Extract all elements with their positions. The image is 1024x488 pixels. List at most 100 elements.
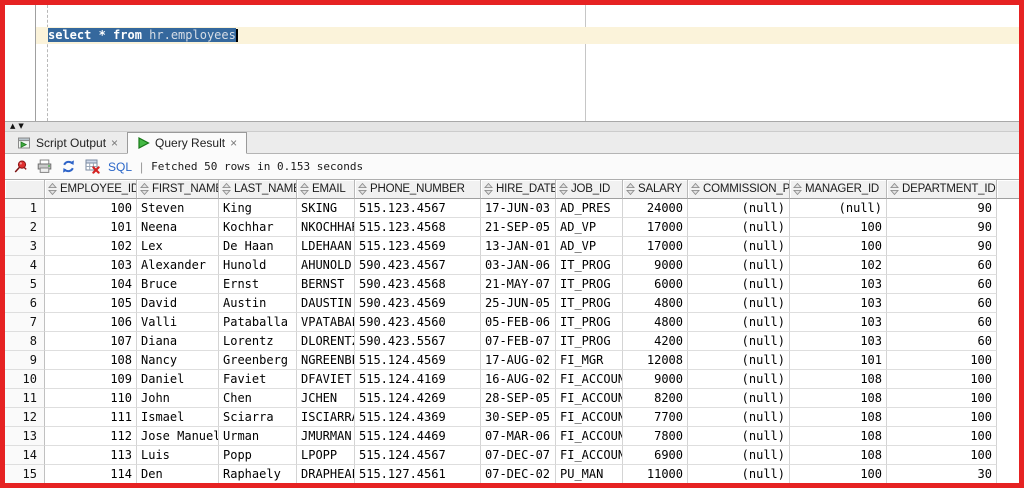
grid-cell[interactable]: 515.124.4567 (355, 446, 481, 465)
refresh-icon[interactable] (60, 159, 76, 174)
grid-cell[interactable]: Bruce (137, 275, 219, 294)
grid-cell[interactable]: King (219, 199, 297, 218)
grid-cell[interactable]: 7800 (623, 427, 688, 446)
grid-cell[interactable]: (null) (688, 218, 790, 237)
grid-cell[interactable]: 109 (45, 370, 137, 389)
grid-cell[interactable]: 515.124.4269 (355, 389, 481, 408)
grid-cell[interactable]: 60 (887, 256, 997, 275)
grid-cell[interactable]: (null) (688, 389, 790, 408)
pane-splitter[interactable]: ▲ ▼ (5, 122, 1019, 132)
grid-cell[interactable]: 108 (790, 446, 887, 465)
grid-cell[interactable]: Pataballa (219, 313, 297, 332)
grid-cell[interactable]: VPATABAL (297, 313, 355, 332)
grid-cell[interactable]: 112 (45, 427, 137, 446)
grid-cell[interactable]: 590.423.4560 (355, 313, 481, 332)
grid-cell[interactable]: 4800 (623, 313, 688, 332)
sql-button[interactable]: SQL (108, 160, 132, 174)
grid-cell[interactable]: 103 (790, 332, 887, 351)
grid-cell[interactable]: 17000 (623, 237, 688, 256)
grid-cell[interactable]: 90 (887, 199, 997, 218)
grid-cell[interactable]: 108 (790, 427, 887, 446)
grid-cell[interactable]: (null) (688, 370, 790, 389)
row-number-cell[interactable]: 13 (5, 427, 45, 446)
pin-icon[interactable] (12, 159, 28, 174)
print-icon[interactable] (36, 159, 52, 174)
grid-cell[interactable]: 113 (45, 446, 137, 465)
grid-cell[interactable]: 515.127.4561 (355, 465, 481, 483)
grid-cell[interactable]: 104 (45, 275, 137, 294)
grid-cell[interactable]: 07-MAR-06 (481, 427, 556, 446)
tab-script-output[interactable]: Script Output × (8, 132, 127, 153)
grid-cell[interactable]: 108 (45, 351, 137, 370)
grid-cell[interactable]: 108 (790, 408, 887, 427)
grid-cell[interactable]: DLORENTZ (297, 332, 355, 351)
grid-cell[interactable]: 11000 (623, 465, 688, 483)
grid-cell[interactable]: Steven (137, 199, 219, 218)
column-header-employee_id[interactable]: EMPLOYEE_ID (45, 180, 137, 199)
grid-cell[interactable]: 8200 (623, 389, 688, 408)
row-number-cell[interactable]: 14 (5, 446, 45, 465)
column-header-last_name[interactable]: LAST_NAME (219, 180, 297, 199)
grid-cell[interactable]: BERNST (297, 275, 355, 294)
column-header-department_id[interactable]: DEPARTMENT_ID (887, 180, 997, 199)
grid-cell[interactable]: (null) (688, 465, 790, 483)
grid-cell[interactable]: AD_VP (556, 237, 623, 256)
grid-cell[interactable]: 100 (887, 446, 997, 465)
grid-cell[interactable]: 60 (887, 294, 997, 313)
grid-cell[interactable]: 102 (790, 256, 887, 275)
grid-cell[interactable]: 100 (790, 218, 887, 237)
grid-cell[interactable]: Hunold (219, 256, 297, 275)
grid-cell[interactable]: 21-MAY-07 (481, 275, 556, 294)
row-number-cell[interactable]: 7 (5, 313, 45, 332)
grid-cell[interactable]: (null) (688, 275, 790, 294)
grid-cell[interactable]: Luis (137, 446, 219, 465)
row-number-cell[interactable]: 12 (5, 408, 45, 427)
grid-cell[interactable]: Diana (137, 332, 219, 351)
grid-cell[interactable]: JMURMAN (297, 427, 355, 446)
grid-cell[interactable]: 100 (887, 427, 997, 446)
grid-cell[interactable]: IT_PROG (556, 294, 623, 313)
sql-statement[interactable]: select * from hr.employees (48, 27, 238, 44)
grid-cell[interactable]: Urman (219, 427, 297, 446)
row-number-cell[interactable]: 11 (5, 389, 45, 408)
grid-cell[interactable]: (null) (688, 332, 790, 351)
grid-cell[interactable]: 515.124.4569 (355, 351, 481, 370)
grid-cell[interactable]: Popp (219, 446, 297, 465)
grid-cell[interactable]: 590.423.4567 (355, 256, 481, 275)
grid-cell[interactable]: (null) (688, 294, 790, 313)
grid-cell[interactable]: Chen (219, 389, 297, 408)
grid-cell[interactable]: 12008 (623, 351, 688, 370)
column-header-first_name[interactable]: FIRST_NAME (137, 180, 219, 199)
row-number-cell[interactable]: 8 (5, 332, 45, 351)
grid-cell[interactable]: (null) (790, 199, 887, 218)
grid-cell[interactable]: (null) (688, 313, 790, 332)
column-header-commission_pct[interactable]: COMMISSION_PCT (688, 180, 790, 199)
grid-cell[interactable]: Jose Manuel (137, 427, 219, 446)
grid-cell[interactable]: 100 (887, 408, 997, 427)
grid-cell[interactable]: 106 (45, 313, 137, 332)
grid-cell[interactable]: 100 (887, 351, 997, 370)
grid-cell[interactable]: 101 (790, 351, 887, 370)
grid-cell[interactable]: 107 (45, 332, 137, 351)
grid-cell[interactable]: 105 (45, 294, 137, 313)
grid-cell[interactable]: Nancy (137, 351, 219, 370)
grid-cell[interactable]: Kochhar (219, 218, 297, 237)
grid-cell[interactable]: AD_VP (556, 218, 623, 237)
grid-cell[interactable]: 90 (887, 218, 997, 237)
grid-cell[interactable]: 6000 (623, 275, 688, 294)
row-number-cell[interactable]: 5 (5, 275, 45, 294)
grid-cell[interactable]: De Haan (219, 237, 297, 256)
column-header-manager_id[interactable]: MANAGER_ID (790, 180, 887, 199)
grid-cell[interactable]: (null) (688, 427, 790, 446)
row-number-cell[interactable]: 9 (5, 351, 45, 370)
grid-cell[interactable]: Neena (137, 218, 219, 237)
grid-cell[interactable]: 103 (790, 313, 887, 332)
grid-cell[interactable]: 9000 (623, 256, 688, 275)
grid-cell[interactable]: 110 (45, 389, 137, 408)
grid-cell[interactable]: NGREENBE (297, 351, 355, 370)
grid-cell[interactable]: 590.423.4568 (355, 275, 481, 294)
grid-corner-cell[interactable] (5, 180, 45, 199)
column-header-phone_number[interactable]: PHONE_NUMBER (355, 180, 481, 199)
grid-cell[interactable]: 17000 (623, 218, 688, 237)
sql-editor[interactable]: select * from hr.employees (5, 5, 1019, 122)
